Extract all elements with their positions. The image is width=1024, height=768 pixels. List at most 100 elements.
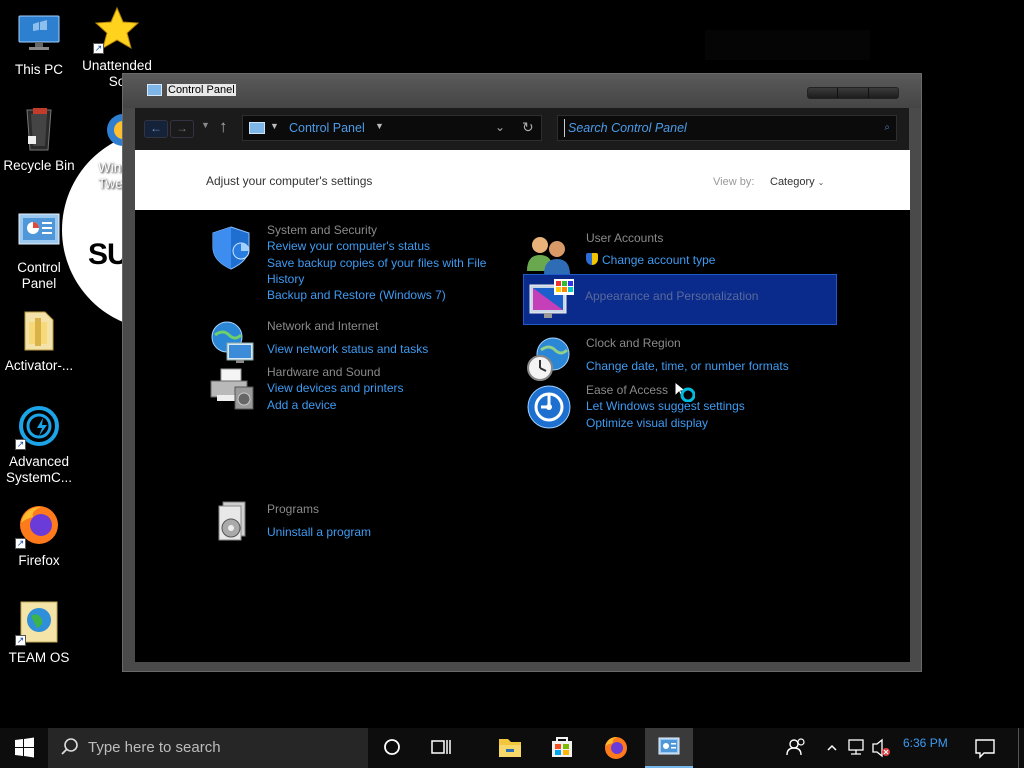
- link-optimize-visual-display[interactable]: Optimize visual display: [586, 416, 708, 430]
- users-icon: [525, 231, 573, 279]
- maximize-button[interactable]: [838, 88, 869, 98]
- link-let-windows-suggest[interactable]: Let Windows suggest settings: [586, 399, 745, 413]
- desktop-icon-this-pc[interactable]: This PC: [0, 12, 78, 78]
- close-button[interactable]: [869, 88, 898, 98]
- control-panel-title-icon: [147, 84, 162, 96]
- window-title: Control Panel: [167, 84, 236, 96]
- title-bar[interactable]: Control Panel: [123, 74, 921, 108]
- category-network-and-internet: Network and Internet View network status…: [209, 319, 509, 363]
- back-button[interactable]: ←: [144, 120, 168, 138]
- navigation-bar: ← → ▼ ↑ ▼ Control Panel ▼ ⌄ ↻ ⌕: [135, 108, 909, 150]
- programs-icon: [209, 496, 257, 544]
- desktop-icon-firefox[interactable]: ↗ Firefox: [0, 503, 78, 569]
- view-by-dropdown[interactable]: Category ⌄: [770, 176, 824, 188]
- address-bar[interactable]: ▼ Control Panel ▼ ⌄ ↻: [242, 115, 542, 141]
- firefox-icon: [605, 737, 627, 759]
- link-network-status[interactable]: View network status and tasks: [267, 342, 428, 356]
- category-title[interactable]: Ease of Access: [586, 383, 668, 397]
- clock-globe-icon: [525, 336, 573, 384]
- desktop-icon-advanced-systemcare[interactable]: ↗ Advanced SystemC...: [0, 404, 78, 486]
- refresh-button[interactable]: ↻: [522, 119, 534, 136]
- link-devices-printers[interactable]: View devices and printers: [267, 381, 404, 395]
- folder-icon: [15, 308, 63, 352]
- control-panel-window: Control Panel ← → ▼ ↑ ▼ Control Panel ▼ …: [122, 73, 922, 672]
- folder-icon: [499, 739, 521, 757]
- up-button[interactable]: ↑: [219, 117, 228, 137]
- star-icon: ↗: [93, 6, 141, 54]
- link-date-time-formats[interactable]: Change date, time, or number formats: [586, 359, 789, 373]
- category-title[interactable]: Network and Internet: [267, 319, 378, 333]
- link-backup-restore[interactable]: Backup and Restore (Windows 7): [267, 288, 446, 302]
- systemcare-icon: ↗: [15, 404, 63, 450]
- page-title: Adjust your computer's settings: [206, 174, 373, 188]
- content-header: Adjust your computer's settings View by:…: [135, 150, 910, 210]
- action-center-button[interactable]: [970, 728, 1000, 768]
- breadcrumb-dropdown[interactable]: ▼: [375, 121, 384, 131]
- shortcut-arrow-icon: ↗: [15, 439, 26, 450]
- control-panel-address-icon: [249, 122, 265, 134]
- task-view-button[interactable]: [417, 728, 463, 768]
- breadcrumb-root-dropdown[interactable]: ▼: [270, 121, 279, 131]
- desktop-icon-recycle-bin[interactable]: Recycle Bin: [0, 106, 78, 174]
- file-explorer-button[interactable]: [487, 728, 533, 768]
- volume-tray-button[interactable]: [870, 728, 894, 768]
- network-tray-button[interactable]: [845, 728, 869, 768]
- store-bag-icon: [552, 737, 572, 757]
- show-desktop-button[interactable]: [1018, 728, 1024, 768]
- taskbar-search-box[interactable]: Type here to search: [48, 728, 368, 768]
- category-system-and-security: System and Security Review your computer…: [209, 223, 509, 303]
- firefox-icon: ↗: [15, 503, 63, 549]
- desktop-icon-label: TEAM OS: [8, 650, 70, 665]
- link-review-status[interactable]: Review your computer's status: [267, 239, 430, 253]
- people-icon: [786, 738, 805, 756]
- desktop-icon-label: Control Panel: [17, 260, 61, 291]
- category-title[interactable]: System and Security: [267, 223, 377, 237]
- taskbar: Type here to search 6:36 PM: [0, 728, 1024, 768]
- recycle-bin-icon: [15, 106, 63, 152]
- desktop-icon-label: Activator-...: [4, 358, 74, 373]
- category-title[interactable]: Programs: [267, 502, 319, 516]
- search-input[interactable]: [564, 119, 864, 137]
- link-add-device[interactable]: Add a device: [267, 398, 336, 412]
- minimize-button[interactable]: [808, 88, 839, 98]
- chevron-up-icon: [827, 744, 837, 751]
- category-user-accounts: User Accounts Change account type: [525, 231, 825, 275]
- category-title[interactable]: User Accounts: [586, 231, 663, 245]
- link-file-history-cont[interactable]: History: [267, 272, 304, 286]
- desktop-icon-label: Firefox: [18, 553, 60, 568]
- search-icon: [61, 738, 78, 755]
- category-programs: Programs Uninstall a program: [209, 501, 509, 542]
- desktop-icon-label: This PC: [14, 62, 63, 77]
- category-clock-and-region: Clock and Region Change date, time, or n…: [525, 336, 835, 381]
- desktop-icon-control-panel[interactable]: Control Panel: [0, 210, 78, 292]
- show-hidden-icons-button[interactable]: [824, 728, 840, 768]
- shortcut-arrow-icon: ↗: [15, 635, 26, 646]
- link-change-account-type[interactable]: Change account type: [586, 253, 715, 267]
- category-view: System and Security Review your computer…: [135, 210, 910, 662]
- link-file-history[interactable]: Save backup copies of your files with Fi…: [267, 256, 486, 270]
- category-title[interactable]: Clock and Region: [586, 336, 681, 350]
- recent-locations-dropdown[interactable]: ▼: [201, 120, 210, 130]
- forward-button[interactable]: →: [170, 120, 194, 138]
- view-by-value: Category: [770, 176, 815, 188]
- desktop-icon-activator[interactable]: Activator-...: [0, 308, 78, 374]
- store-button[interactable]: [539, 728, 585, 768]
- breadcrumb-control-panel[interactable]: Control Panel: [289, 121, 365, 135]
- chevron-down-icon: ⌄: [817, 178, 825, 187]
- search-icon[interactable]: ⌕: [884, 122, 890, 133]
- firefox-taskbar-button[interactable]: [593, 728, 639, 768]
- display-icon: [528, 277, 576, 325]
- globe-document-icon: ↗: [15, 600, 63, 646]
- shortcut-arrow-icon: ↗: [93, 43, 104, 54]
- taskbar-clock[interactable]: 6:36 PM: [903, 736, 948, 750]
- desktop-icon-team-os[interactable]: ↗ TEAM OS: [0, 600, 78, 666]
- control-panel-taskbar-button[interactable]: [645, 728, 693, 768]
- window-controls: [807, 87, 899, 99]
- address-history-chevron-icon[interactable]: ⌄: [495, 120, 505, 134]
- link-uninstall-program[interactable]: Uninstall a program: [267, 525, 371, 539]
- cortana-button[interactable]: [369, 728, 415, 768]
- start-button[interactable]: [0, 728, 48, 768]
- people-button[interactable]: [782, 728, 812, 768]
- category-appearance-and-personalization[interactable]: Appearance and Personalization: [523, 274, 837, 325]
- category-title[interactable]: Hardware and Sound: [267, 365, 380, 379]
